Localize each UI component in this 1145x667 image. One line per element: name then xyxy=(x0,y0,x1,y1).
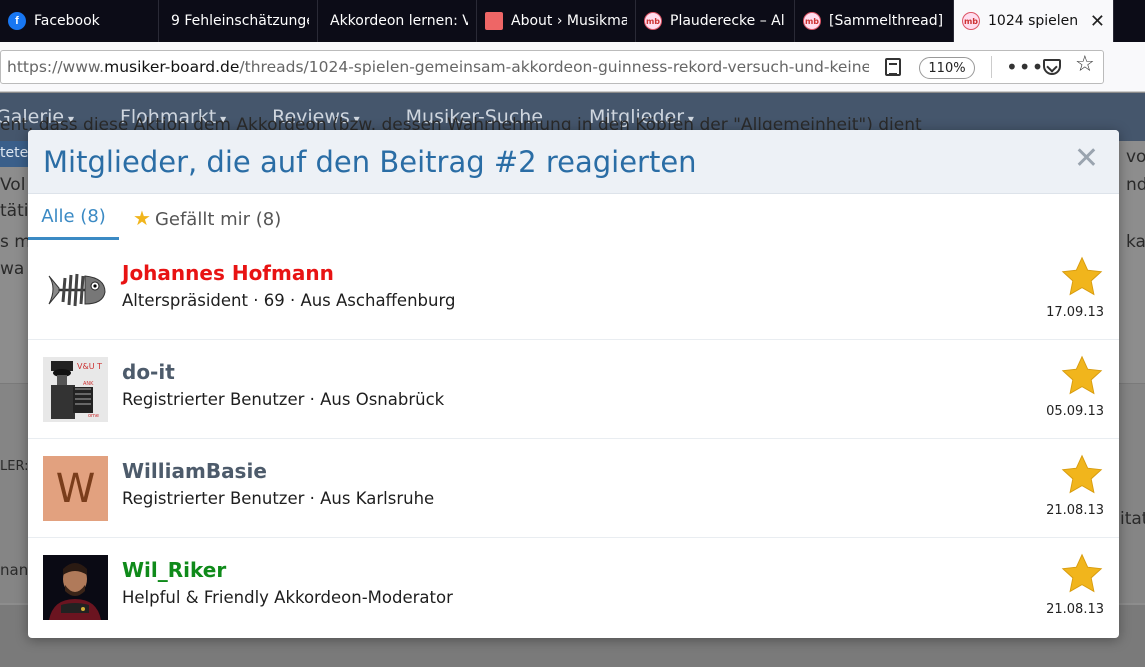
like-star-icon xyxy=(1061,256,1103,296)
tab-label: Akkordeon lernen: Vo xyxy=(330,13,468,29)
more-actions-icon[interactable]: ••• xyxy=(1006,55,1044,79)
musiker-board-icon: mb xyxy=(803,12,821,30)
browser-tab-bar: f Facebook 9 Fehleinschätzungen Akkordeo… xyxy=(0,0,1145,42)
tab-label: Plauderecke – Al xyxy=(670,13,785,29)
musiker-board-icon: mb xyxy=(644,12,662,30)
background-text: vo xyxy=(1126,147,1145,167)
reaction-tabs: Alle (8) ★ Gefällt mir (8) xyxy=(28,194,1119,240)
member-name[interactable]: do-it xyxy=(122,360,175,384)
background-text: nd xyxy=(1126,175,1145,195)
site-icon xyxy=(485,12,503,30)
background-text: wa xyxy=(0,259,25,279)
member-title: Registrierter Benutzer · Aus Osnabrück xyxy=(122,390,445,409)
reaction-date: 21.08.13 xyxy=(1046,602,1104,617)
member-title: Alterspräsident · 69 · Aus Aschaffenburg xyxy=(122,291,456,310)
member-row: Johannes Hofmann Alterspräsident · 69 · … xyxy=(28,241,1119,340)
pocket-icon[interactable] xyxy=(1043,59,1061,75)
reaction-date: 21.08.13 xyxy=(1046,503,1104,518)
reactions-modal: Mitglieder, die auf den Beitrag #2 reagi… xyxy=(28,130,1119,638)
browser-tab-plauderecke[interactable]: mb Plauderecke – Al xyxy=(636,0,795,42)
background-text: Vol xyxy=(0,175,26,195)
member-name[interactable]: Johannes Hofmann xyxy=(122,261,334,285)
close-modal-button[interactable]: ✕ xyxy=(1074,144,1099,174)
like-star-icon xyxy=(1061,553,1103,593)
url-domain: musiker-board.de xyxy=(104,58,240,76)
reader-view-icon[interactable] xyxy=(885,58,901,76)
background-text: itat xyxy=(1120,509,1145,529)
tab-label: Facebook xyxy=(34,13,100,29)
member-title: Helpful & Friendly Akkordeon-Moderator xyxy=(122,588,453,607)
background-strip: tete xyxy=(0,141,28,167)
tab-label: 1024 spielen xyxy=(988,13,1079,29)
modal-header: Mitglieder, die auf den Beitrag #2 reagi… xyxy=(28,130,1119,194)
like-star-icon xyxy=(1061,355,1103,395)
star-icon: ★ xyxy=(133,206,151,230)
avatar[interactable] xyxy=(43,258,108,323)
url-text[interactable]: https://www.musiker-board.de/threads/102… xyxy=(1,58,869,76)
member-row: V&U T ANK ome do-it Registrierter Benutz… xyxy=(28,340,1119,439)
close-tab-icon[interactable]: ✕ xyxy=(1090,11,1105,32)
riker-avatar xyxy=(43,555,108,620)
svg-text:ANK: ANK xyxy=(83,381,94,387)
member-row: W WilliamBasie Registrierter Benutzer · … xyxy=(28,439,1119,538)
fish-skeleton-avatar xyxy=(43,258,108,323)
zoom-level-button[interactable]: 110% xyxy=(919,57,975,79)
reaction-date: 05.09.13 xyxy=(1046,404,1104,419)
member-row: Wil_Riker Helpful & Friendly Akkordeon-M… xyxy=(28,538,1119,637)
avatar[interactable]: W xyxy=(43,456,108,521)
tab-label: About › Musikma xyxy=(511,13,627,29)
modal-title: Mitglieder, die auf den Beitrag #2 reagi… xyxy=(43,145,697,179)
background-text: ka xyxy=(1126,232,1145,252)
tab-label: [Sammelthread] xyxy=(829,13,944,29)
like-star-icon xyxy=(1061,454,1103,494)
bookmark-star-icon[interactable]: ☆ xyxy=(1075,52,1095,77)
tab-all-label: Alle (8) xyxy=(41,206,106,227)
avatar-letter: W xyxy=(55,465,96,512)
browser-tab-sammelthread[interactable]: mb [Sammelthread] xyxy=(795,0,954,42)
member-title: Registrierter Benutzer · Aus Karlsruhe xyxy=(122,489,435,508)
member-name[interactable]: Wil_Riker xyxy=(122,558,226,582)
tab-like[interactable]: ★ Gefällt mir (8) xyxy=(133,206,281,240)
url-prefix: https://www. xyxy=(7,58,105,76)
svg-text:V&U T: V&U T xyxy=(77,362,102,371)
member-name[interactable]: WilliamBasie xyxy=(122,459,267,483)
musiker-board-icon: mb xyxy=(962,12,980,30)
avatar[interactable]: V&U T ANK ome xyxy=(43,357,108,422)
browser-tab-akkordeon-lernen[interactable]: Akkordeon lernen: Vo xyxy=(318,0,477,42)
tab-like-label: Gefällt mir (8) xyxy=(154,209,282,230)
browser-tab-1024-spielen[interactable]: mb 1024 spielen ✕ xyxy=(954,0,1114,42)
url-bar[interactable]: https://www.musiker-board.de/threads/102… xyxy=(0,50,1104,84)
url-path: /threads/1024-spielen-gemeinsam-akkordeo… xyxy=(239,58,869,76)
browser-tab-fehleinschaetzungen[interactable]: 9 Fehleinschätzungen xyxy=(159,0,318,42)
browser-tab-facebook[interactable]: f Facebook xyxy=(0,0,159,42)
browser-navbar: https://www.musiker-board.de/threads/102… xyxy=(0,42,1145,92)
background-text: täti xyxy=(0,201,29,221)
background-text: LER: xyxy=(0,459,29,474)
toolbar-separator xyxy=(991,56,992,78)
accordion-player-avatar: V&U T ANK ome xyxy=(43,357,108,422)
svg-text:ome: ome xyxy=(88,413,99,419)
avatar[interactable] xyxy=(43,555,108,620)
reaction-date: 17.09.13 xyxy=(1046,305,1104,320)
tab-all[interactable]: Alle (8) xyxy=(28,206,119,240)
member-list: Johannes Hofmann Alterspräsident · 69 · … xyxy=(28,241,1119,637)
facebook-icon: f xyxy=(8,12,26,30)
browser-tab-about[interactable]: About › Musikma xyxy=(477,0,636,42)
tab-label: 9 Fehleinschätzungen xyxy=(171,13,309,29)
